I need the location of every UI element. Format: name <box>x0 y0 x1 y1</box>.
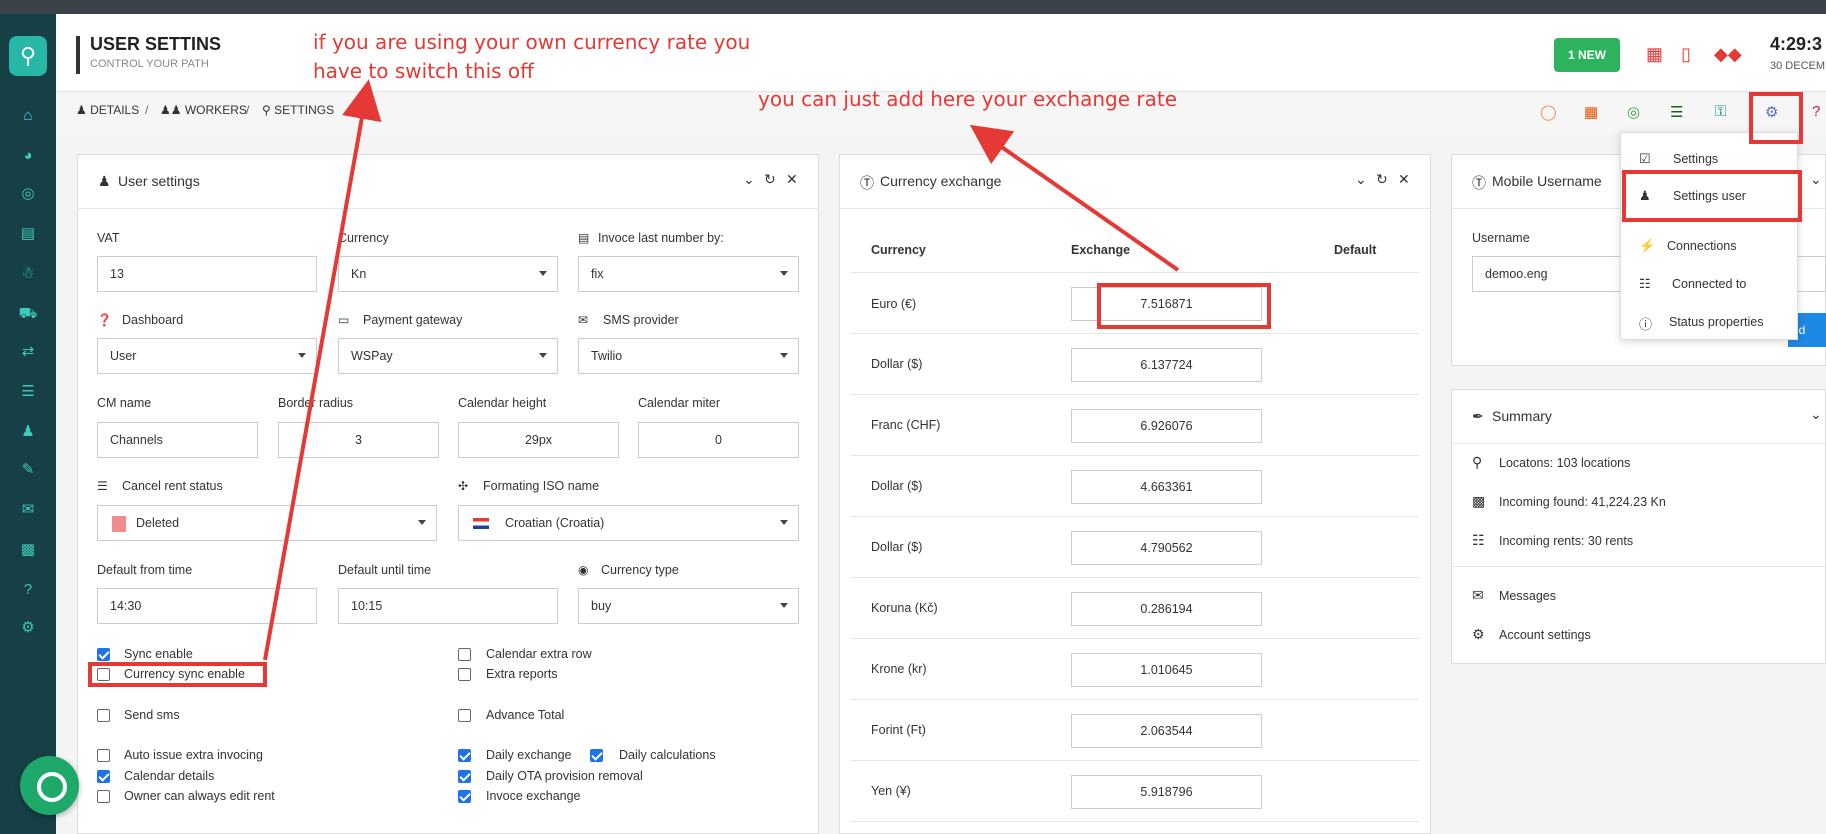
arrow-to-exchange-note <box>969 124 1180 272</box>
arrow-to-switch-note <box>263 79 382 661</box>
annotation-arrows <box>263 79 1180 661</box>
